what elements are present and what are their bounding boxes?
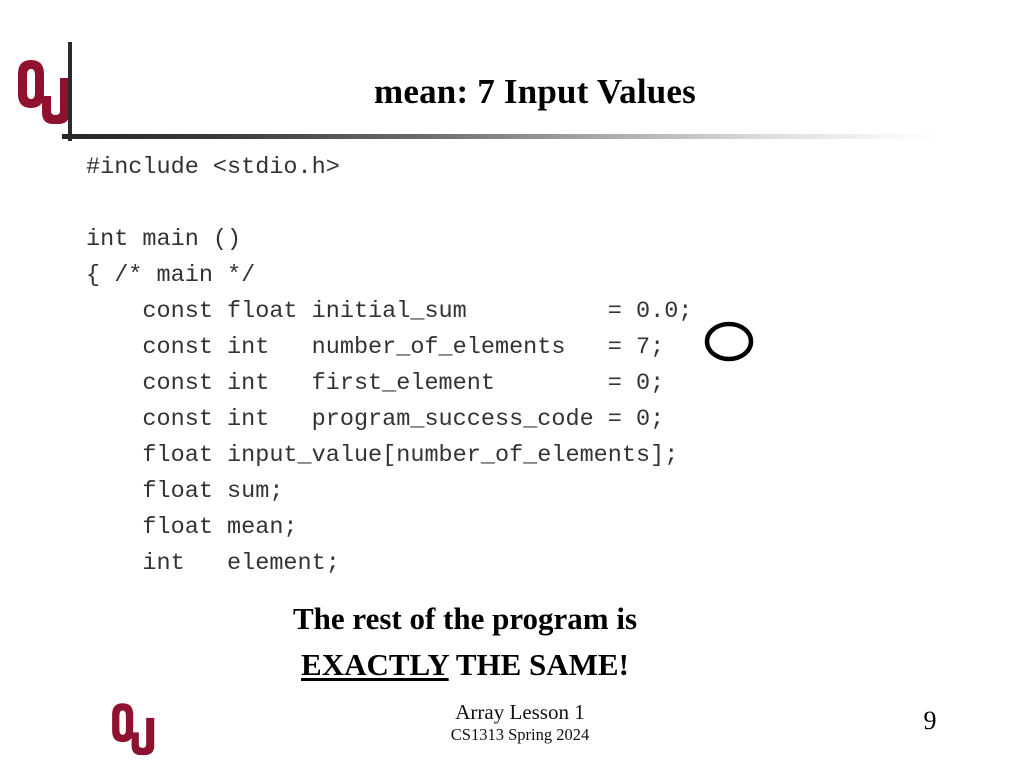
code-line: const int first_element = 0; xyxy=(86,370,665,397)
code-block: #include <stdio.h> int main () { /* main … xyxy=(86,150,692,582)
circle-annotation-icon xyxy=(704,321,754,362)
code-line: int main () xyxy=(86,226,242,253)
code-line: const float initial_sum = 0.0; xyxy=(86,298,693,325)
code-line: float mean; xyxy=(86,514,298,541)
code-line: int element; xyxy=(86,550,340,577)
ou-logo-icon xyxy=(18,60,70,124)
footer-course: CS1313 Spring 2024 xyxy=(450,725,590,744)
code-line: { /* main */ xyxy=(86,262,256,289)
emphasis-underlined-word: EXACTLY xyxy=(301,647,449,682)
header-horizontal-rule xyxy=(62,134,940,139)
code-line: const int number_of_elements = 7; xyxy=(86,334,665,361)
slide: mean: 7 Input Values #include <stdio.h> … xyxy=(0,0,1024,768)
page-title: mean: 7 Input Values xyxy=(373,72,696,111)
emphasis-line-1: The rest of the program is xyxy=(292,601,638,636)
code-line: float input_value[number_of_elements]; xyxy=(86,442,679,469)
code-line: #include <stdio.h> xyxy=(86,154,340,181)
code-line: float sum; xyxy=(86,478,284,505)
code-line: const int program_success_code = 0; xyxy=(86,406,665,433)
footer: Array Lesson 1 CS1313 Spring 2024 xyxy=(330,700,710,745)
emphasis-line-2: EXACTLY THE SAME! xyxy=(150,642,780,688)
footer-lesson: Array Lesson 1 xyxy=(455,700,585,724)
header-vertical-rule xyxy=(68,42,72,141)
emphasis-text: The rest of the program is EXACTLY THE S… xyxy=(150,596,780,688)
ou-logo-icon xyxy=(112,703,155,756)
emphasis-line-2-rest: THE SAME! xyxy=(448,647,629,682)
page-number: 9 xyxy=(923,706,937,735)
